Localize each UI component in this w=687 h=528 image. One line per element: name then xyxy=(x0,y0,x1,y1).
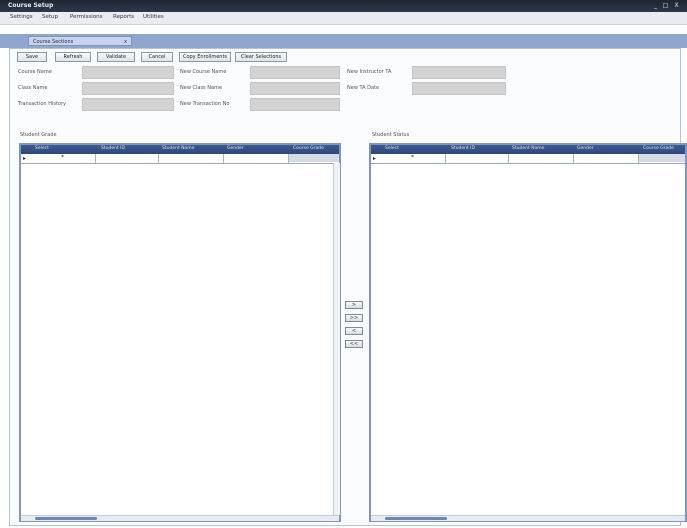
left-cell-divider xyxy=(223,154,224,163)
left-new-row[interactable]: ▸ * xyxy=(21,154,339,164)
left-col-student-id[interactable]: Student ID xyxy=(101,146,125,151)
new-ta-date-field[interactable] xyxy=(412,82,506,95)
left-vertical-scrollbar[interactable] xyxy=(333,163,340,515)
left-new-row-marker: * xyxy=(61,154,64,161)
right-grid[interactable]: Select Student ID Student Name Gender Co… xyxy=(369,143,687,522)
cancel-button[interactable]: Cancel xyxy=(141,52,173,62)
left-grade-cell[interactable] xyxy=(289,154,339,162)
new-instructor-ta-field[interactable] xyxy=(412,66,506,79)
window-title: Course Setup xyxy=(8,2,54,9)
right-new-row-marker: * xyxy=(411,154,414,161)
title-bar: Course Setup _ □ X xyxy=(0,0,687,12)
transaction-history-label: Transaction History xyxy=(18,101,66,107)
new-course-name-label: New Course Name xyxy=(180,69,227,75)
left-col-student-name[interactable]: Student Name xyxy=(162,146,194,151)
left-col-gender[interactable]: Gender xyxy=(227,146,244,151)
left-scroll-thumb[interactable] xyxy=(35,517,97,520)
left-grid[interactable]: Select Student ID Student Name Gender Co… xyxy=(19,143,341,522)
right-col-gender[interactable]: Gender xyxy=(577,146,594,151)
new-transaction-no-field[interactable] xyxy=(250,98,340,111)
right-cell-divider xyxy=(573,154,574,163)
left-cell-divider xyxy=(158,154,159,163)
row-indicator-icon: ▸ xyxy=(373,155,377,162)
validate-button[interactable]: Validate xyxy=(97,52,135,62)
left-grid-title: Student Grade xyxy=(20,132,57,138)
left-col-select[interactable]: Select xyxy=(35,146,49,151)
course-name-field[interactable] xyxy=(82,66,174,79)
save-button[interactable]: Save xyxy=(17,52,47,62)
row-indicator-icon: ▸ xyxy=(23,155,27,162)
right-cell-divider xyxy=(445,154,446,163)
right-col-course-grade[interactable]: Course Grade xyxy=(643,146,674,151)
minimize-button[interactable]: _ xyxy=(651,2,660,9)
right-scroll-thumb[interactable] xyxy=(385,517,447,520)
refresh-button[interactable]: Refresh xyxy=(55,52,91,62)
right-col-student-name[interactable]: Student Name xyxy=(512,146,544,151)
right-new-row[interactable]: ▸ * xyxy=(371,154,685,164)
left-horizontal-scrollbar[interactable] xyxy=(21,515,339,521)
new-class-name-field[interactable] xyxy=(250,82,340,95)
tab-close-icon[interactable]: x xyxy=(124,37,127,47)
transaction-history-field[interactable] xyxy=(82,98,174,111)
move-left-button[interactable]: < xyxy=(345,327,363,335)
menu-bar: Settings Setup Permissions Reports Utili… xyxy=(0,12,687,25)
move-all-right-button[interactable]: >> xyxy=(345,314,363,322)
tab-course-sections[interactable]: Course Sections x xyxy=(28,36,132,46)
left-grid-header: Select Student ID Student Name Gender Co… xyxy=(21,145,339,154)
right-col-select[interactable]: Select xyxy=(385,146,399,151)
move-all-left-button[interactable]: << xyxy=(345,340,363,348)
right-grade-cell[interactable] xyxy=(639,154,685,162)
tab-label: Course Sections xyxy=(33,39,74,45)
class-name-label: Class Name xyxy=(18,85,48,91)
left-col-course-grade[interactable]: Course Grade xyxy=(293,146,324,151)
right-grid-title: Student Status xyxy=(372,132,410,138)
new-instructor-ta-label: New Instructor TA xyxy=(347,69,392,75)
menu-settings[interactable]: Settings xyxy=(10,14,33,20)
move-right-button[interactable]: > xyxy=(345,301,363,309)
course-name-label: Course Name xyxy=(18,69,52,75)
new-transaction-no-label: New Transaction No xyxy=(180,101,230,107)
maximize-button[interactable]: □ xyxy=(661,2,670,9)
clear-selections-button[interactable]: Clear Selections xyxy=(235,52,287,62)
menu-reports[interactable]: Reports xyxy=(113,14,134,20)
class-name-field[interactable] xyxy=(82,82,174,95)
right-horizontal-scrollbar[interactable] xyxy=(371,515,685,521)
copy-enrollments-button[interactable]: Copy Enrollments xyxy=(179,52,231,62)
right-grid-header: Select Student ID Student Name Gender Co… xyxy=(371,145,685,154)
menu-utilities[interactable]: Utilities xyxy=(143,14,164,20)
right-col-student-id[interactable]: Student ID xyxy=(451,146,475,151)
new-class-name-label: New Class Name xyxy=(180,85,222,91)
menu-setup[interactable]: Setup xyxy=(42,14,58,20)
left-cell-divider xyxy=(95,154,96,163)
menu-permissions[interactable]: Permissions xyxy=(70,14,103,20)
right-cell-divider xyxy=(508,154,509,163)
new-course-name-field[interactable] xyxy=(250,66,340,79)
close-window-button[interactable]: X xyxy=(672,2,681,9)
new-ta-date-label: New TA Date xyxy=(347,85,380,91)
